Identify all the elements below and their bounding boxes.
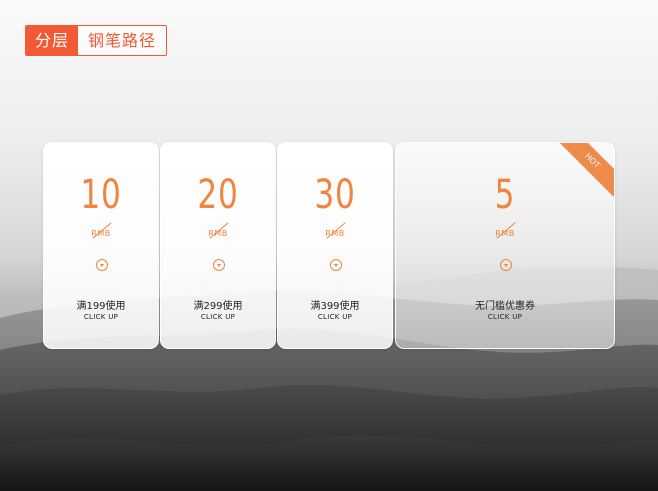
coupon-condition: 满399使用 (310, 301, 360, 312)
chevron-down-icon[interactable] (330, 259, 342, 271)
coupon-cta[interactable]: CLICK UP (278, 313, 392, 321)
coupon-card-30[interactable]: 30 RMB 满399使用 CLICK UP (277, 142, 393, 349)
chevron-down-icon[interactable] (500, 259, 512, 271)
coupon-cta[interactable]: CLICK UP (44, 313, 158, 321)
layer-tag: 分层 钢笔路径 (25, 25, 168, 56)
coupon-card-5[interactable]: HOT 5 RMB 无门槛优惠券 CLICK UP (395, 142, 615, 349)
coupon-amount: 30 (314, 172, 356, 218)
coupon-amount: 10 (80, 172, 122, 218)
coupon-unit: RMB (208, 229, 228, 238)
tag-pen-path-label: 钢笔路径 (88, 31, 157, 50)
coupon-unit: RMB (325, 229, 345, 238)
coupon-card-20[interactable]: 20 RMB 满299使用 CLICK UP (160, 142, 276, 349)
coupon-unit: RMB (495, 229, 515, 238)
coupon-amount: 20 (197, 172, 239, 218)
coupon-cta[interactable]: CLICK UP (161, 313, 275, 321)
coupon-condition: 满199使用 (76, 301, 126, 312)
coupon-cta[interactable]: CLICK UP (396, 313, 614, 321)
tag-layer-label: 分层 (26, 26, 79, 55)
coupon-card-10[interactable]: 10 RMB 满199使用 CLICK UP (43, 142, 159, 349)
coupon-unit: RMB (91, 229, 111, 238)
coupon-condition: 满299使用 (193, 301, 243, 312)
chevron-down-icon[interactable] (96, 259, 108, 271)
chevron-down-icon[interactable] (213, 259, 225, 271)
coupon-amount: 5 (494, 172, 516, 218)
coupon-condition: 无门槛优惠券 (475, 301, 535, 312)
